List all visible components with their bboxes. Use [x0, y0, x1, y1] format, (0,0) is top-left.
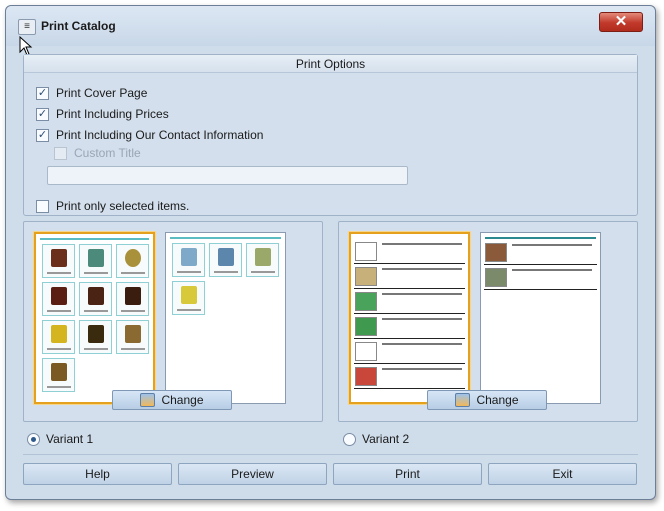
list-row [354, 265, 465, 289]
print-options-panel: Print Options ✓ Print Cover Page ✓ Print… [23, 54, 638, 216]
print-selected-only-label: Print only selected items. [56, 199, 190, 213]
variant-2-radio-option[interactable]: Variant 2 [343, 432, 409, 446]
list-row [354, 340, 465, 364]
help-button[interactable]: Help [23, 463, 172, 485]
dialog-title: Print Catalog [41, 19, 116, 33]
print-options-header: Print Options [24, 55, 637, 73]
variant-1-radio[interactable] [27, 432, 40, 446]
variant-1-cover-page-preview [34, 232, 155, 404]
print-cover-page-label: Print Cover Page [56, 86, 148, 100]
change-layout-icon [455, 393, 471, 407]
product-thumbnail [79, 320, 112, 354]
product-thumbnail [172, 281, 205, 315]
page-header-bar [485, 237, 596, 239]
list-row [484, 266, 597, 290]
product-thumbnail [172, 243, 205, 277]
product-thumbnail [209, 243, 242, 277]
print-selected-only-option[interactable]: Print only selected items. [36, 198, 189, 214]
change-layout-icon [140, 393, 156, 407]
page-header-bar [170, 237, 281, 239]
list-row [354, 240, 465, 264]
close-button[interactable]: ✕ [599, 12, 643, 32]
print-including-prices-label: Print Including Prices [56, 107, 169, 121]
product-thumbnail [79, 282, 112, 316]
variant-1-change-label: Change [161, 393, 204, 407]
list-row [354, 290, 465, 314]
mouse-cursor-icon [19, 36, 33, 56]
custom-title-input[interactable] [47, 166, 408, 185]
product-thumbnail [116, 320, 149, 354]
list-row [484, 241, 597, 265]
variant-1-radio-option[interactable]: Variant 1 [27, 432, 93, 446]
variant-2-panel[interactable]: Change [338, 221, 638, 422]
page-header-bar [40, 238, 149, 240]
variant-2-inner-page-preview [480, 232, 601, 404]
product-thumbnail [79, 244, 112, 278]
custom-title-label: Custom Title [74, 146, 141, 160]
print-button[interactable]: Print [333, 463, 482, 485]
print-including-prices-option[interactable]: ✓ Print Including Prices [36, 106, 169, 122]
print-cover-page-checkbox[interactable]: ✓ [36, 86, 49, 100]
product-thumbnail [246, 243, 279, 277]
print-including-prices-checkbox[interactable]: ✓ [36, 107, 49, 121]
print-catalog-dialog: ≡ Print Catalog ✕ Print Options ✓ Print … [5, 5, 656, 500]
list-row [354, 315, 465, 339]
variant-2-radio[interactable] [343, 432, 356, 446]
print-selected-only-checkbox[interactable] [36, 199, 49, 213]
product-thumbnail [116, 244, 149, 278]
product-thumbnail [116, 282, 149, 316]
variant-2-change-button[interactable]: Change [427, 390, 547, 410]
variant-1-label: Variant 1 [46, 432, 94, 446]
product-thumbnail [42, 244, 75, 278]
variant-2-cover-page-preview [349, 232, 470, 404]
variant-1-inner-page-preview [165, 232, 286, 404]
print-contact-info-option[interactable]: ✓ Print Including Our Contact Informatio… [36, 127, 263, 143]
custom-title-checkbox[interactable] [54, 146, 67, 160]
print-contact-info-label: Print Including Our Contact Information [56, 128, 264, 142]
preview-button[interactable]: Preview [178, 463, 327, 485]
window-menu-icon[interactable]: ≡ [18, 19, 36, 35]
print-contact-info-checkbox[interactable]: ✓ [36, 128, 49, 142]
variant-2-label: Variant 2 [362, 432, 410, 446]
variant-1-panel[interactable]: Change [23, 221, 323, 422]
title-bar: ≡ Print Catalog ✕ [6, 6, 655, 46]
product-thumbnail [42, 358, 75, 392]
variant-2-change-label: Change [476, 393, 519, 407]
button-divider [23, 454, 638, 455]
product-thumbnail [42, 320, 75, 354]
product-thumbnail [42, 282, 75, 316]
custom-title-option[interactable]: Custom Title [54, 145, 141, 161]
variant-1-change-button[interactable]: Change [112, 390, 232, 410]
print-cover-page-option[interactable]: ✓ Print Cover Page [36, 85, 147, 101]
list-row [354, 365, 465, 389]
exit-button[interactable]: Exit [488, 463, 637, 485]
